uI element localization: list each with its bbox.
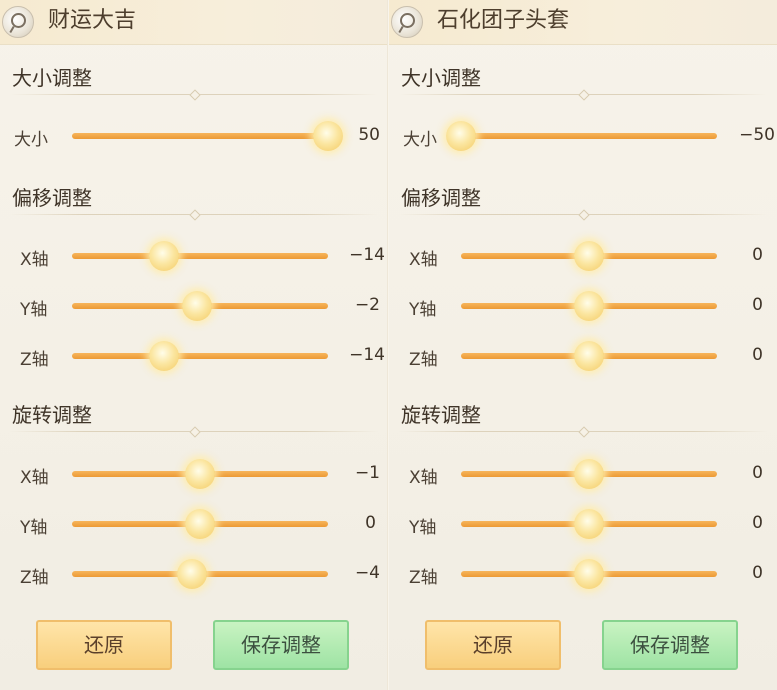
slider-track-size[interactable] [461,133,717,139]
divider-ornament [189,209,201,221]
slider-label-offset-z: Z轴 [20,350,49,370]
slider-label-offset-y: Y轴 [409,300,437,320]
save-button[interactable]: 保存调整 [213,620,349,670]
panel-title: 石化团子头套 [437,8,570,33]
divider-ornament [578,89,590,101]
panel-header: 财运大吉 [0,0,388,45]
section-divider [399,89,767,101]
slider-thumb-size[interactable] [446,121,476,151]
panel-right: 石化团子头套 大小调整 大小 −50 偏移调整 X轴 0 Y轴 0 Z轴 0 旋… [389,0,777,690]
slider-thumb-offset-x[interactable] [149,241,180,271]
slider-value-offset-y: 0 [752,295,763,315]
slider-label-rotate-y: Y轴 [20,518,48,538]
section-title-size: 大小调整 [12,66,92,90]
slider-thumb-offset-y[interactable] [182,291,213,321]
search-magnifier-icon[interactable] [391,6,423,38]
slider-track-offset-z[interactable] [72,353,328,359]
section-divider [10,426,378,438]
slider-thumb-rotate-y[interactable] [574,509,604,539]
slider-thumb-rotate-x[interactable] [574,459,604,489]
panel-header: 石化团子头套 [389,0,777,45]
section-title-rotate: 旋转调整 [401,403,481,427]
divider-ornament [578,209,590,221]
section-divider [399,209,767,221]
divider-ornament [189,426,201,438]
slider-label-rotate-y: Y轴 [409,518,437,538]
slider-label-offset-z: Z轴 [409,350,438,370]
slider-thumb-offset-y[interactable] [574,291,604,321]
slider-label-offset-y: Y轴 [20,300,48,320]
slider-thumb-rotate-y[interactable] [185,509,215,539]
slider-thumb-offset-z[interactable] [149,341,180,371]
slider-value-offset-z: −14 [349,345,385,365]
panel-title: 财运大吉 [48,8,137,33]
slider-value-size: 50 [358,125,380,145]
slider-value-size: −50 [739,125,775,145]
slider-label-offset-x: X轴 [409,250,438,270]
section-divider [10,89,378,101]
slider-label-size: 大小 [14,130,48,150]
slider-value-rotate-x: −1 [354,463,380,483]
section-title-rotate: 旋转调整 [12,403,92,427]
slider-label-rotate-x: X轴 [20,468,49,488]
section-title-offset: 偏移调整 [12,186,92,210]
slider-label-size: 大小 [403,130,437,150]
panel-left: 财运大吉 大小调整 大小 50 偏移调整 X轴 −14 Y轴 −2 Z轴 −14… [0,0,388,690]
slider-label-offset-x: X轴 [20,250,49,270]
slider-thumb-offset-z[interactable] [574,341,604,371]
slider-thumb-rotate-z[interactable] [574,559,604,589]
slider-value-rotate-y: 0 [752,513,763,533]
section-title-offset: 偏移调整 [401,186,481,210]
slider-value-rotate-y: 0 [365,513,376,533]
slider-thumb-rotate-z[interactable] [177,559,208,589]
slider-value-offset-y: −2 [354,295,380,315]
section-divider [10,209,378,221]
slider-track-offset-x[interactable] [72,253,328,259]
slider-label-rotate-z: Z轴 [20,568,49,588]
slider-value-offset-z: 0 [752,345,763,365]
magnifier-handle-icon [398,25,404,34]
slider-value-offset-x: 0 [752,245,763,265]
divider-ornament [189,89,201,101]
slider-label-rotate-z: Z轴 [409,568,438,588]
slider-label-rotate-x: X轴 [409,468,438,488]
slider-value-rotate-x: 0 [752,463,763,483]
section-divider [399,426,767,438]
magnifier-handle-icon [9,25,15,34]
slider-thumb-offset-x[interactable] [574,241,604,271]
divider-ornament [578,426,590,438]
slider-value-offset-x: −14 [349,245,385,265]
reset-button[interactable]: 还原 [425,620,561,670]
adjustment-screen: 财运大吉 大小调整 大小 50 偏移调整 X轴 −14 Y轴 −2 Z轴 −14… [0,0,777,690]
save-button[interactable]: 保存调整 [602,620,738,670]
slider-value-rotate-z: 0 [752,563,763,583]
slider-track-size[interactable] [72,133,328,139]
slider-value-rotate-z: −4 [354,563,380,583]
section-title-size: 大小调整 [401,66,481,90]
search-magnifier-icon[interactable] [2,6,34,38]
slider-thumb-rotate-x[interactable] [185,459,215,489]
reset-button[interactable]: 还原 [36,620,172,670]
